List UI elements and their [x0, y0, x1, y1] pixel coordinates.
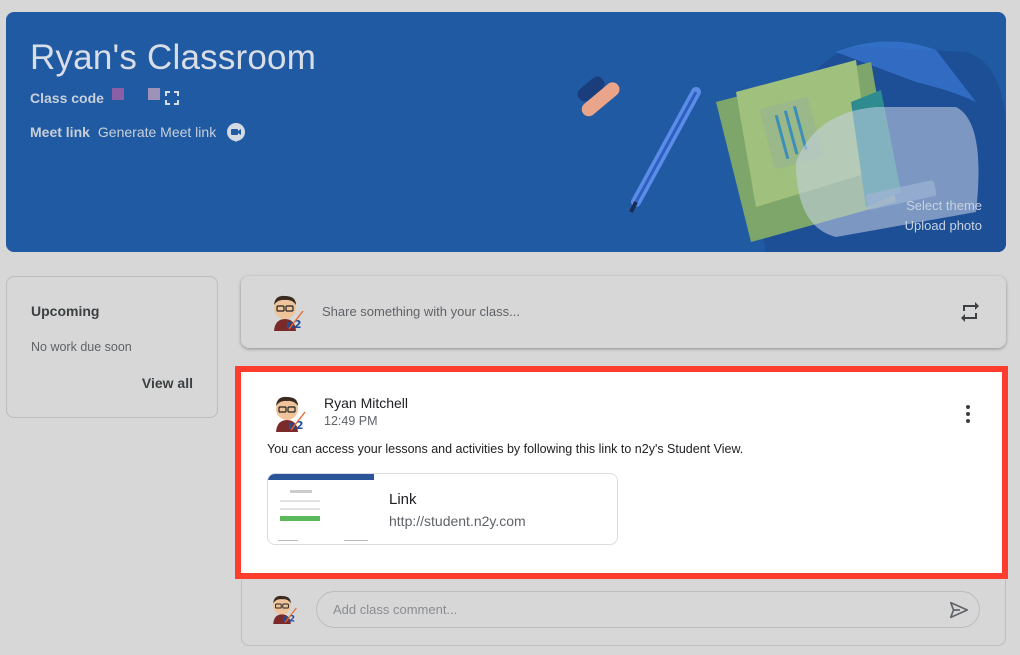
class-code-value-2 [147, 88, 160, 100]
send-icon[interactable] [948, 599, 970, 621]
generate-meet-link[interactable]: Generate Meet link [98, 124, 216, 140]
meet-row: Meet link Generate Meet link [30, 122, 246, 142]
comment-input[interactable] [316, 591, 980, 628]
class-banner: Ryan's Classroom Class code Meet link Ge… [6, 12, 1006, 252]
svg-text:n2: n2 [286, 318, 302, 331]
attachment-title: Link [389, 491, 417, 508]
upcoming-empty-text: No work due soon [31, 340, 132, 354]
class-code-row: Class code [30, 88, 180, 106]
upload-photo-button[interactable]: Upload photo [905, 218, 982, 233]
upcoming-title: Upcoming [31, 303, 100, 319]
select-theme-button[interactable]: Select theme [906, 198, 982, 213]
announcement-post: n2 Ryan Mitchell 12:49 PM You can access… [243, 374, 1000, 571]
user-avatar: n2 [274, 295, 304, 331]
banner-illustration [577, 41, 1006, 252]
meet-link-label: Meet link [30, 124, 90, 140]
comment-area: n2 [241, 580, 1006, 646]
highlighted-post-frame: n2 Ryan Mitchell 12:49 PM You can access… [235, 366, 1008, 579]
class-title: Ryan's Classroom [30, 38, 317, 77]
svg-text:n2: n2 [288, 419, 304, 432]
attachment-thumbnail [268, 474, 374, 544]
post-time: 12:49 PM [324, 414, 378, 428]
view-all-link[interactable]: View all [142, 375, 193, 391]
expand-icon[interactable] [164, 90, 180, 106]
more-vertical-icon[interactable] [956, 402, 980, 426]
svg-text:n2: n2 [283, 615, 295, 624]
repost-icon[interactable] [958, 300, 982, 324]
video-camera-icon[interactable] [226, 122, 246, 142]
post-body: You can access your lessons and activiti… [267, 442, 744, 456]
author-avatar: n2 [276, 396, 306, 432]
link-attachment[interactable]: Link http://student.n2y.com [267, 473, 618, 545]
class-code-label: Class code [30, 90, 104, 106]
attachment-url: http://student.n2y.com [389, 513, 526, 529]
post-author: Ryan Mitchell [324, 395, 409, 411]
upcoming-card: Upcoming No work due soon View all [6, 276, 218, 418]
share-box[interactable]: n2 Share something with your class... [241, 276, 1006, 348]
class-code-value [111, 88, 124, 100]
share-placeholder[interactable]: Share something with your class... [322, 304, 520, 319]
commenter-avatar: n2 [273, 595, 297, 624]
